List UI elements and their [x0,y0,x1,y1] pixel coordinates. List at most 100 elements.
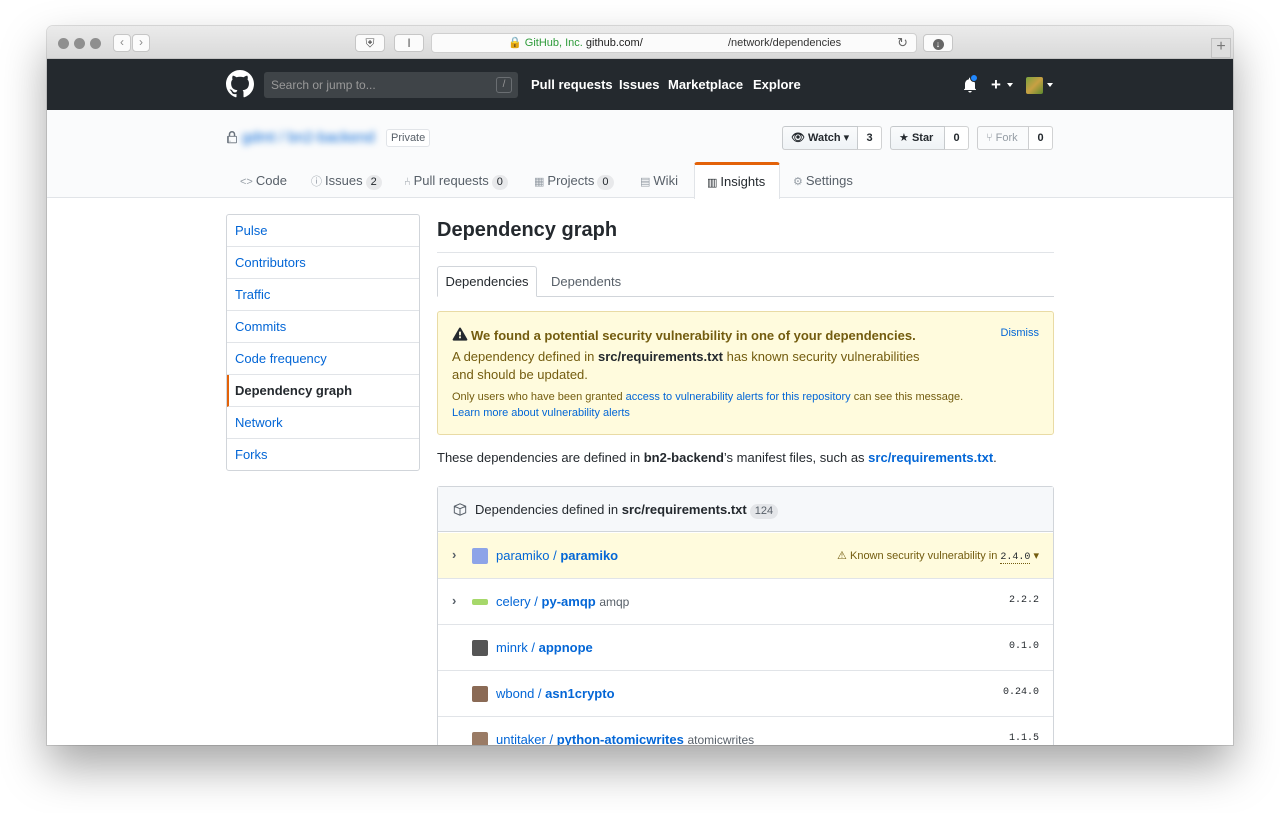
secure-lock-label: 🔒 GitHub, Inc. github.com/ [508,37,643,49]
manifest-description: These dependencies are defined in bn2-ba… [437,450,997,465]
nav-explore[interactable]: Explore [753,59,801,110]
dependency-name[interactable]: wbond / asn1crypto [496,686,615,701]
tab-insights[interactable]: ▥ Insights [694,162,780,199]
repo-name-link[interactable]: gdmt / bn2-backend [242,129,375,146]
star-icon: ★ [899,132,909,144]
tab-dependencies[interactable]: Dependencies [437,266,537,297]
download-icon: ↓ [932,39,944,50]
tab-pull-requests[interactable]: ⑃ Pull requests 0 [404,164,508,198]
dependency-name[interactable]: celery / py-amqp amqp [496,594,629,609]
alert-file: src/requirements.txt [598,349,724,364]
sidebar-item-forks[interactable]: Forks [227,439,419,471]
tab-projects[interactable]: ▦ Projects 0 [534,164,614,198]
dependencies-header-text: Dependencies defined in src/requirements… [475,502,779,519]
security-alert-banner: We found a potential security vulnerabil… [437,311,1054,435]
issue-opened-icon: ⓘ [311,176,322,188]
fork-button[interactable]: ⑂ Fork [977,126,1029,150]
dependency-row[interactable]: › paramiko / paramiko ⚠ Known security v… [438,533,1053,579]
vulnerable-version: 2.4.0 [1000,552,1031,564]
tab-wiki[interactable]: ▤ Wiki [640,164,678,198]
manifest-file-link[interactable]: src/requirements.txt [868,450,993,465]
dependencies-count: 124 [749,504,779,519]
sidebar-item-commits[interactable]: Commits [227,311,419,343]
owner-avatar [472,732,488,745]
create-new-plus-icon[interactable]: + [991,59,1001,110]
forward-button[interactable]: › [132,34,150,52]
reader-extension-icon[interactable]: I [394,34,424,52]
nav-issues[interactable]: Issues [619,59,659,110]
dependency-name[interactable]: paramiko / paramiko [496,548,618,563]
sidebar-item-code-frequency[interactable]: Code frequency [227,343,419,375]
code-icon: <> [240,176,253,188]
sidebar-item-pulse[interactable]: Pulse [227,215,419,247]
projects-counter: 0 [597,175,614,190]
user-avatar[interactable] [1026,77,1043,94]
sidebar-item-dependency-graph[interactable]: Dependency graph [227,375,419,407]
book-icon: ▤ [640,176,651,188]
minimize-window-button[interactable] [74,38,85,49]
reload-icon[interactable]: ↻ [897,34,908,52]
dependency-row[interactable]: untitaker / python-atomicwrites atomicwr… [438,717,1053,745]
tab-dependents[interactable]: Dependents [551,266,621,297]
git-pull-request-icon: ⑃ [404,176,411,188]
expand-chevron-icon[interactable]: › [452,593,456,608]
address-bar[interactable]: 🔒 GitHub, Inc. github.com/ /network/depe… [431,33,917,53]
browser-toolbar: ‹ › ⛨ I 🔒 GitHub, Inc. github.com/ /netw… [47,26,1233,59]
dependency-version: 1.1.5 [1008,733,1039,744]
back-button[interactable]: ‹ [113,34,131,52]
project-icon: ▦ [534,176,545,188]
expand-chevron-icon[interactable]: › [452,547,456,562]
vulnerability-notice[interactable]: ⚠ Known security vulnerability in 2.4.0 … [837,549,1039,564]
notification-dot [970,74,978,82]
star-button[interactable]: ★ Star [890,126,945,150]
close-window-button[interactable] [58,38,69,49]
dependency-row[interactable]: › celery / py-amqp amqp 2.2.2 [438,579,1053,625]
owner-avatar [472,640,488,656]
user-menu-caret-icon [1047,83,1053,87]
owner-avatar [472,599,488,605]
tab-code[interactable]: <> Code [240,164,287,198]
learn-more-link[interactable]: Learn more about vulnerability alerts [452,407,630,419]
sidebar-item-traffic[interactable]: Traffic [227,279,419,311]
dependency-name[interactable]: untitaker / python-atomicwrites atomicwr… [496,732,754,745]
private-label: Private [386,129,431,147]
nav-marketplace[interactable]: Marketplace [668,59,743,110]
dependencies-box-header: Dependencies defined in src/requirements… [438,487,1053,532]
sidebar-item-network[interactable]: Network [227,407,419,439]
dependencies-box: Dependencies defined in src/requirements… [437,486,1054,745]
watch-button[interactable]: 👁 Watch ▾ [782,126,858,150]
new-tab-button[interactable]: + [1211,38,1231,58]
sidebar-item-contributors[interactable]: Contributors [227,247,419,279]
downloads-button[interactable]: ↓ [923,34,953,52]
github-logo-icon[interactable] [226,70,254,98]
dismiss-button[interactable]: Dismiss [1001,327,1040,339]
package-icon [453,503,467,516]
dependency-version: 2.2.2 [1008,595,1039,606]
shield-extension-icon[interactable]: ⛨ [355,34,385,52]
tab-settings[interactable]: ⚙ Settings [793,164,853,198]
create-new-caret-icon [1007,83,1013,87]
dependency-alias: amqp [599,595,630,609]
dependency-row[interactable]: minrk / appnope 0.1.0 [438,625,1053,671]
zoom-window-button[interactable] [90,38,101,49]
issues-counter: 2 [365,175,382,190]
title-divider [437,252,1054,253]
search-shortcut-key: / [496,77,512,93]
tab-issues[interactable]: ⓘ Issues 2 [311,164,382,198]
star-count[interactable]: 0 [945,126,969,150]
dependency-name[interactable]: minrk / appnope [496,640,593,655]
fork-count[interactable]: 0 [1029,126,1053,150]
nav-pull-requests[interactable]: Pull requests [531,59,613,110]
dependency-version: 0.1.0 [1008,641,1039,652]
access-alerts-link[interactable]: access to vulnerability alerts for this … [626,391,851,403]
alert-body: A dependency defined in src/requirements… [452,349,920,364]
alert-icon: ⚠ [837,550,847,562]
github-header: Search or jump to... / Pull requests Iss… [47,59,1233,110]
search-input[interactable]: Search or jump to... / [264,72,518,98]
dependency-row[interactable]: wbond / asn1crypto 0.24.0 [438,671,1053,717]
alert-icon [452,327,468,341]
dependency-version: 0.24.0 [1002,687,1039,698]
address-host: github.com/ [585,37,643,49]
owner-avatar [472,686,488,702]
watch-count[interactable]: 3 [858,126,882,150]
